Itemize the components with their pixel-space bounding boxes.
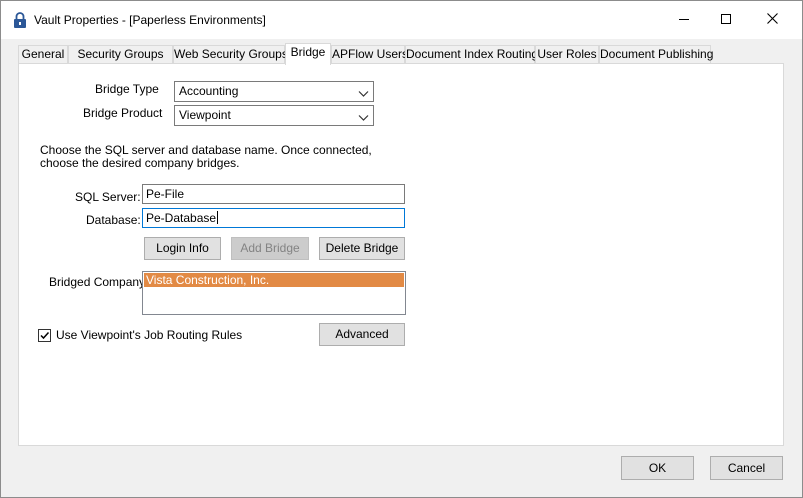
tab-web-security-groups[interactable]: Web Security Groups [173, 45, 288, 64]
bridge-type-dropdown[interactable]: Accounting [174, 81, 374, 102]
chevron-down-icon [358, 110, 369, 121]
database-value: Pe-Database [146, 211, 217, 225]
ok-button[interactable]: OK [621, 456, 694, 480]
bridge-product-dropdown[interactable]: Viewpoint [174, 105, 374, 126]
sql-server-input[interactable]: Pe-File [142, 184, 405, 204]
bridge-tab-panel: Bridge Type Accounting Bridge Product Vi… [18, 63, 784, 446]
tab-apflow-users[interactable]: APFlow Users [331, 45, 408, 64]
maximize-button[interactable] [703, 1, 749, 39]
bridged-company-label: Bridged Company: [49, 275, 149, 289]
add-bridge-button[interactable]: Add Bridge [231, 237, 309, 260]
tab-document-publishing[interactable]: Document Publishing [599, 45, 713, 64]
cancel-button[interactable]: Cancel [710, 456, 783, 480]
advanced-button[interactable]: Advanced [319, 323, 405, 346]
vault-properties-window: Vault Properties - [Paperless Environmen… [0, 0, 803, 498]
tab-general[interactable]: General [18, 45, 68, 64]
connection-instructions: Choose the SQL server and database name.… [40, 143, 372, 170]
tab-document-index-routing[interactable]: Document Index Routing [405, 45, 538, 64]
list-item[interactable]: Vista Construction, Inc. [144, 273, 404, 287]
chevron-down-icon [358, 86, 369, 97]
bridge-type-value: Accounting [179, 84, 239, 98]
minimize-button[interactable] [661, 1, 707, 39]
bridge-type-label: Bridge Type [95, 82, 159, 96]
title-bar: Vault Properties - [Paperless Environmen… [1, 1, 802, 39]
close-button[interactable] [749, 1, 795, 39]
maximize-icon [721, 13, 731, 27]
job-routing-checkbox[interactable] [38, 329, 51, 342]
delete-bridge-button[interactable]: Delete Bridge [319, 237, 405, 260]
tab-security-groups[interactable]: Security Groups [68, 45, 173, 64]
bridge-product-value: Viewpoint [179, 108, 231, 122]
database-label: Database: [86, 213, 141, 227]
tab-bridge[interactable]: Bridge [285, 43, 331, 65]
window-title: Vault Properties - [Paperless Environmen… [34, 13, 266, 27]
sql-server-label: SQL Server: [75, 190, 141, 204]
text-caret [217, 211, 219, 224]
tab-user-roles[interactable]: User Roles [535, 45, 599, 64]
lock-icon [13, 12, 27, 29]
bridged-company-list[interactable]: Vista Construction, Inc. [142, 271, 406, 315]
login-info-button[interactable]: Login Info [144, 237, 221, 260]
job-routing-checkbox-label[interactable]: Use Viewpoint's Job Routing Rules [56, 328, 242, 342]
sql-server-value: Pe-File [146, 187, 185, 201]
minimize-icon [679, 13, 689, 27]
database-input[interactable]: Pe-Database [142, 208, 405, 228]
close-icon [766, 13, 778, 27]
bridge-product-label: Bridge Product [83, 106, 163, 120]
